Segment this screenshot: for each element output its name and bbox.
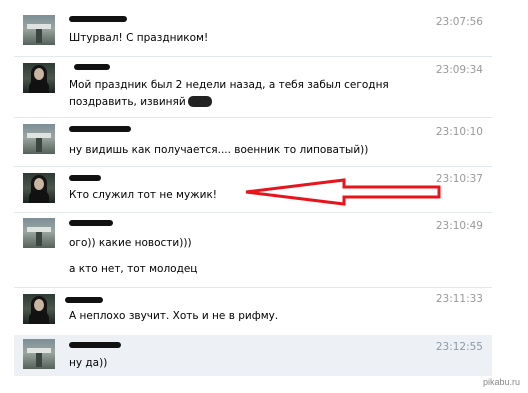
avatar[interactable] — [23, 63, 55, 93]
message-time: 23:07:56 — [435, 16, 483, 28]
avatar[interactable] — [23, 339, 55, 369]
message-time: 23:10:10 — [435, 126, 483, 138]
watermark: pikabu.ru — [482, 377, 520, 387]
avatar[interactable] — [23, 218, 55, 248]
redacted-word — [187, 96, 212, 107]
red-arrow-icon — [245, 178, 441, 206]
message-3: 23:10:10 ну видишь как получается.... во… — [14, 118, 492, 166]
message-5: 23:10:49 ого)) какие новости))) а кто не… — [14, 213, 492, 287]
sender-name-redacted[interactable] — [69, 126, 131, 132]
message-time: 23:10:49 — [435, 220, 483, 232]
avatar[interactable] — [23, 124, 55, 154]
message-text: Штурвал! С праздником! — [69, 32, 209, 44]
sender-name-redacted[interactable] — [69, 16, 127, 22]
message-time: 23:12:55 — [435, 341, 483, 353]
message-text: ну да)) — [69, 357, 108, 369]
avatar[interactable] — [23, 294, 55, 324]
message-time: 23:11:33 — [435, 293, 483, 305]
sender-name-redacted[interactable] — [74, 64, 110, 70]
message-text: ого)) какие новости))) — [69, 237, 192, 249]
message-6: 23:11:33 А неплохо звучит. Хоть и не в р… — [14, 288, 492, 334]
sender-name-redacted[interactable] — [65, 297, 103, 303]
avatar[interactable] — [23, 15, 55, 45]
message-text-line: поздравить, извиняй — [69, 96, 186, 108]
message-text: Кто служил тот не мужик! — [69, 189, 217, 201]
message-text: поздравить, извиняй — [69, 94, 212, 111]
message-1: 23:07:56 Штурвал! С праздником! — [14, 10, 492, 56]
sender-name-redacted[interactable] — [69, 342, 121, 348]
message-text: А неплохо звучит. Хоть и не в рифму. — [69, 310, 279, 322]
message-7: 23:12:55 ну да)) — [14, 335, 492, 376]
message-time: 23:09:34 — [435, 64, 483, 76]
message-text: а кто нет, тот молодец — [69, 263, 198, 275]
sender-name-redacted[interactable] — [69, 220, 113, 226]
avatar[interactable] — [23, 173, 55, 203]
message-text: Мой праздник был 2 недели назад, а тебя … — [69, 79, 389, 91]
sender-name-redacted[interactable] — [69, 175, 101, 181]
message-2: 23:09:34 Мой праздник был 2 недели назад… — [14, 57, 492, 117]
message-text: ну видишь как получается.... военник то … — [69, 144, 369, 156]
